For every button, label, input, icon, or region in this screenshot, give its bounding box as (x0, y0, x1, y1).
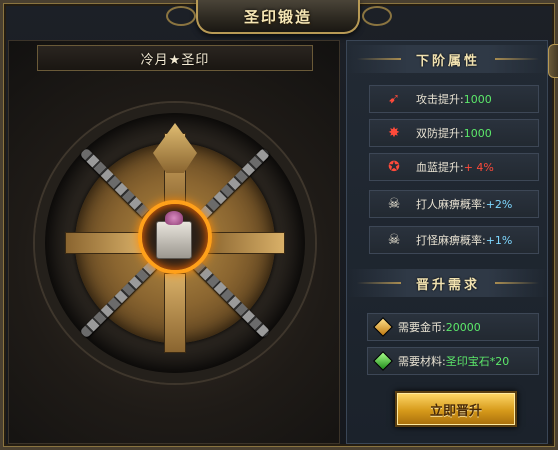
green-gem-icon (373, 351, 393, 371)
attr-row-pvp-paralysis: ☠ 打人麻痹概率: +2% (369, 190, 539, 218)
seal-name-bar: 冷月★圣印 (37, 45, 313, 71)
attr-label: 攻击提升: (416, 93, 464, 106)
side-handle[interactable] (548, 44, 558, 78)
attr-label: 打怪麻痹概率: (416, 234, 486, 247)
title-ornament-right (362, 6, 392, 26)
attr-value: 1000 (463, 126, 492, 140)
seal-arm-right (205, 232, 285, 254)
sword-attack-icon: ➹ (388, 91, 400, 107)
title-ornament-left (166, 6, 196, 26)
attr-row-pve-paralysis: ☠ 打怪麻痹概率: +1% (369, 226, 539, 254)
seal-beast-icon (165, 211, 183, 225)
seal-display-panel: 冷月★圣印 (8, 40, 340, 444)
attr-row-attack: ➹ 攻击提升: 1000 (369, 85, 539, 113)
upgrade-now-button[interactable]: 立即晋升 (395, 391, 517, 427)
req-label: 需要金币: (398, 321, 446, 334)
skull-icon: ☠ (387, 196, 401, 212)
window-title: 圣印锻造 (243, 7, 312, 26)
defense-wings-icon: ✸ (388, 125, 400, 141)
req-value: 20000 (445, 320, 481, 334)
blood-mana-icon: ✪ (388, 159, 400, 175)
attr-label: 打人麻痹概率: (416, 198, 486, 211)
attr-row-defense: ✸ 双防提升: 1000 (369, 119, 539, 147)
upgrade-now-label: 立即晋升 (429, 403, 482, 419)
gold-gem-icon (373, 317, 393, 337)
attr-label: 血蓝提升: (416, 161, 464, 174)
req-row-gold: 需要金币: 20000 (367, 313, 539, 341)
req-value: 圣印宝石*20 (445, 355, 510, 368)
requirements-title: 晋升需求 (415, 277, 480, 293)
next-tier-title: 下阶属性 (415, 53, 480, 69)
attr-row-blood-mana: ✪ 血蓝提升: + 4% (369, 153, 539, 181)
seal-arm-left (65, 232, 145, 254)
requirements-heading: 晋升需求 (347, 269, 549, 297)
seal-name: 冷月★圣印 (140, 52, 210, 68)
req-row-material: 需要材料: 圣印宝石*20 (367, 347, 539, 375)
attr-value: +1% (485, 233, 513, 247)
next-tier-heading: 下阶属性 (347, 45, 549, 73)
req-label: 需要材料: (398, 355, 446, 368)
attributes-panel: 下阶属性 ➹ 攻击提升: 1000 ✸ 双防提升: 1000 ✪ 血蓝提升: +… (346, 40, 549, 444)
seal-arm-bottom (164, 273, 186, 353)
seal-stone-icon (156, 221, 192, 259)
attr-value: + 4% (463, 160, 494, 174)
attr-label: 双防提升: (416, 127, 464, 140)
attr-value: +2% (485, 197, 513, 211)
attr-value: 1000 (463, 92, 492, 106)
skull-icon: ☠ (387, 232, 401, 248)
window-title-bar: 圣印锻造 (196, 0, 360, 34)
